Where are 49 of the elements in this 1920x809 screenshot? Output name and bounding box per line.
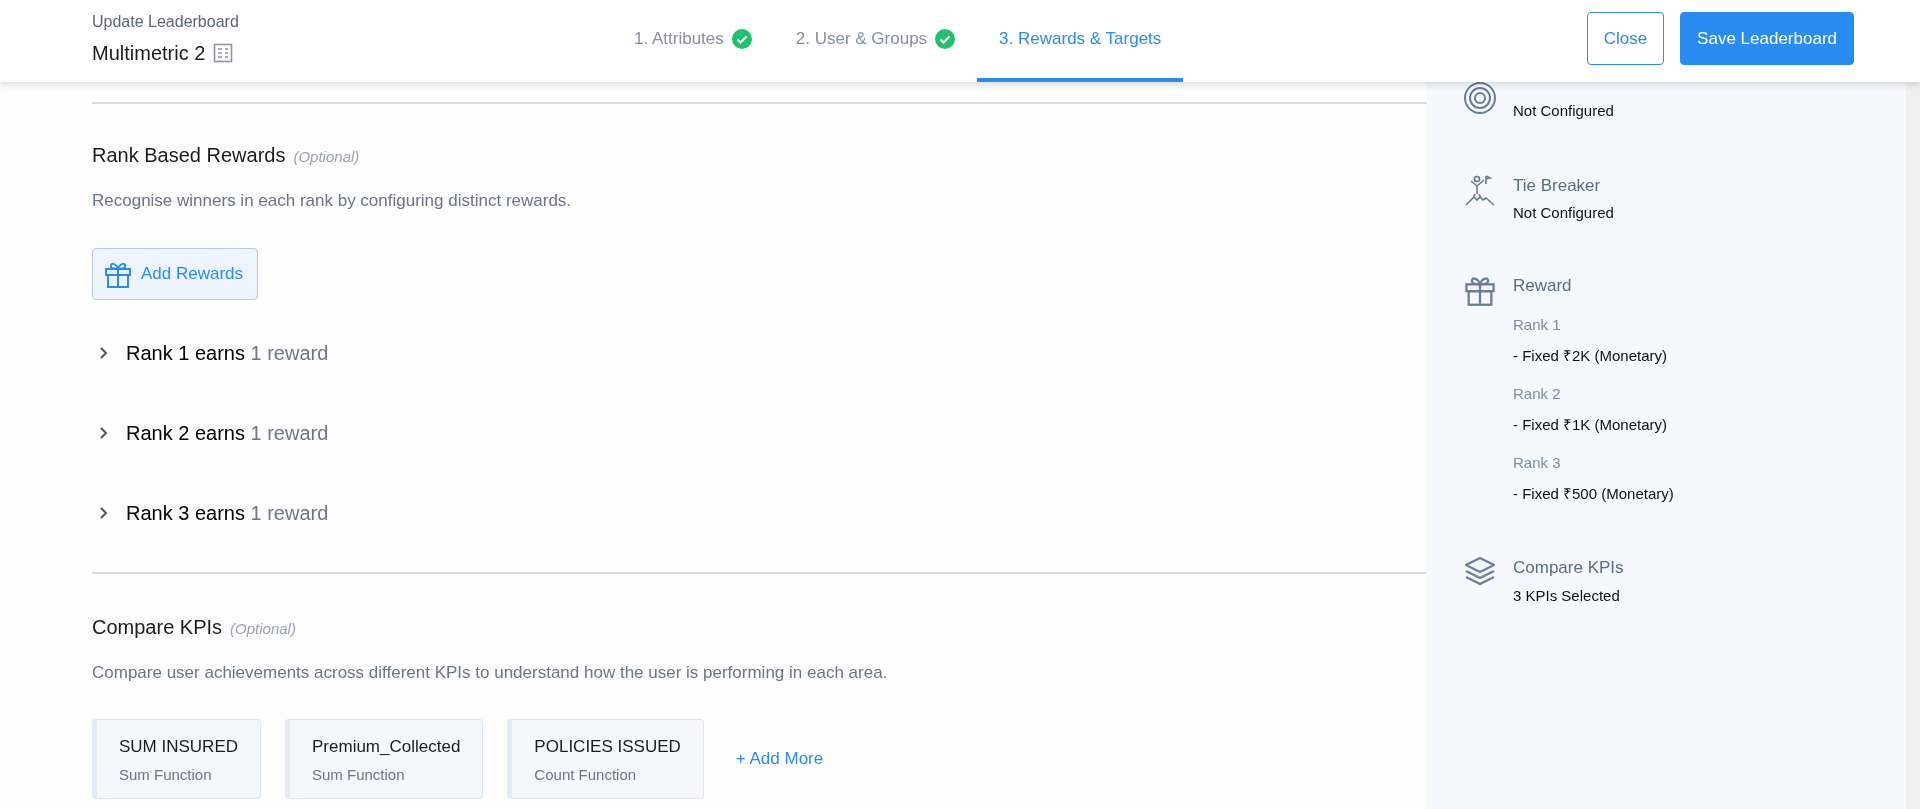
kpi-function: Sum Function <box>312 764 406 785</box>
section-description: Recognise winners in each rank by configuring distinct rewards. <box>92 190 573 212</box>
details-icon[interactable] <box>213 43 234 63</box>
chevron-icon <box>98 505 110 520</box>
kpi-name: Premium_Collected <box>312 736 461 758</box>
step-tab[interactable]: 3. Rewards & Targets <box>977 0 1184 82</box>
rank-reward-row[interactable]: Rank 2 earns 1 reward <box>92 417 1427 448</box>
step-tab[interactable]: 1. Attributes <box>612 0 774 82</box>
leaderboard-title: Multimetric 2 <box>92 41 206 66</box>
kpi-card[interactable]: SUM INSURED Sum Function <box>92 719 261 799</box>
kpi-card[interactable]: POLICIES ISSUED Count Function <box>507 719 704 799</box>
rank-reward-row[interactable]: Rank 1 earns 1 reward <box>92 337 1427 368</box>
rank-reward-label: Rank 2 earns 1 reward <box>126 420 329 446</box>
add-rewards-button[interactable]: Add Rewards <box>92 247 259 300</box>
scrollbar[interactable] <box>1906 82 1920 809</box>
kpi-name: POLICIES ISSUED <box>534 736 681 758</box>
section-description: Compare user achievements across different KPIs to understand how the user is performing in each area. <box>92 661 889 684</box>
reward-detail: - Fixed ₹500 (Monetary) <box>1513 483 1674 504</box>
close-button[interactable]: Close <box>1586 12 1665 65</box>
reward-detail: - Fixed ₹1K (Monetary) <box>1513 414 1669 435</box>
rank-reward-row[interactable]: Rank 3 earns 1 reward <box>92 497 1427 528</box>
rank-label: Rank 2 <box>1513 384 1562 404</box>
target-icon <box>1463 82 1497 115</box>
summary-value: 3 KPIs Selected <box>1513 585 1621 606</box>
page-subtitle: Update Leaderboard <box>92 12 239 32</box>
kpi-function: Count Function <box>534 764 638 785</box>
add-more-link[interactable]: + Add More <box>735 746 824 772</box>
rank-label: Rank 3 <box>1513 453 1562 473</box>
chevron-icon <box>98 425 110 440</box>
kpi-function: Sum Function <box>119 764 213 785</box>
climber-icon <box>1463 172 1497 207</box>
optional-label: (Optional) <box>293 147 360 167</box>
reward-detail: - Fixed ₹2K (Monetary) <box>1513 345 1669 366</box>
section-title: Rank Based Rewards <box>92 143 286 168</box>
optional-label: (Optional) <box>230 618 296 639</box>
summary-title: Compare KPIs <box>1513 557 1624 579</box>
summary-value: Not Configured <box>1513 203 1614 223</box>
summary-value: Not Configured <box>1513 101 1614 121</box>
summary-title: Reward <box>1513 274 1573 297</box>
section-title: Compare KPIs <box>92 614 223 640</box>
kpi-card[interactable]: Premium_Collected Sum Function <box>285 719 484 799</box>
kpi-name: SUM INSURED <box>119 736 238 758</box>
save-button[interactable]: Save Leaderboard <box>1680 12 1854 65</box>
chevron-icon <box>98 345 110 360</box>
rank-reward-label: Rank 1 earns 1 reward <box>126 340 329 366</box>
rank-label: Rank 1 <box>1513 315 1562 335</box>
rank-reward-label: Rank 3 earns 1 reward <box>126 500 329 526</box>
summary-title: Tie Breaker <box>1513 174 1602 197</box>
step-tab[interactable]: 2. User & Groups <box>773 0 978 82</box>
